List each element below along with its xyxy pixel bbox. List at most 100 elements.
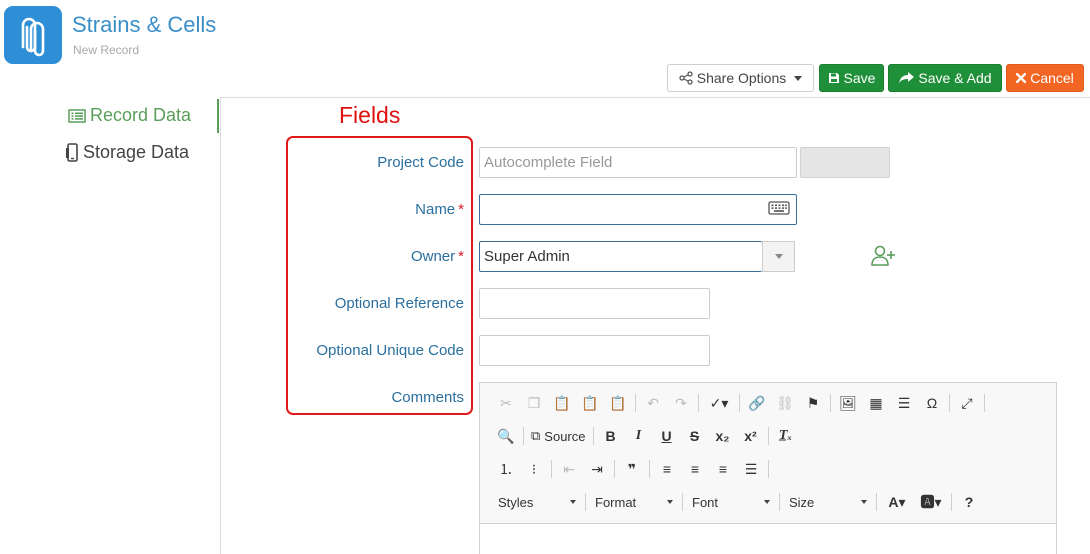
owner-selected-value: Super Admin xyxy=(484,248,570,265)
toolbar-separator xyxy=(768,460,769,478)
nav-item-storage-data[interactable]: Storage Data xyxy=(65,142,189,163)
strikethrough-button[interactable]: S xyxy=(681,424,709,448)
chevron-down-icon xyxy=(570,500,576,504)
share-icon xyxy=(679,71,693,85)
paste-icon[interactable]: 📋 xyxy=(548,391,576,415)
underline-button[interactable]: U xyxy=(653,424,681,448)
toolbar-separator xyxy=(698,394,699,412)
align-center-icon[interactable]: ≡ xyxy=(681,457,709,481)
page-subtitle: New Record xyxy=(73,43,140,57)
redo-icon[interactable]: ↷ xyxy=(667,391,695,415)
save-and-add-label: Save & Add xyxy=(918,70,992,86)
font-label: Font xyxy=(692,494,719,510)
share-arrow-icon xyxy=(899,72,915,83)
project-code-input[interactable] xyxy=(479,147,797,178)
align-left-icon[interactable]: ≡ xyxy=(653,457,681,481)
project-code-label: Project Code xyxy=(377,154,464,171)
toolbar-separator xyxy=(876,493,877,511)
link-icon[interactable]: 🔗 xyxy=(743,391,771,415)
owner-label: Owner * xyxy=(411,248,464,265)
numbered-list-icon[interactable]: ⒈ xyxy=(492,457,520,481)
italic-button[interactable]: I xyxy=(625,424,653,448)
copy-icon[interactable]: ❐ xyxy=(520,391,548,415)
styles-dropdown[interactable]: Styles xyxy=(492,490,582,514)
anchor-flag-icon[interactable]: ⚑ xyxy=(799,391,827,415)
panel-divider xyxy=(221,97,1090,98)
optional-reference-label: Optional Reference xyxy=(335,295,464,312)
toolbar-separator xyxy=(951,493,952,511)
format-dropdown[interactable]: Format xyxy=(589,490,679,514)
app-title: Strains & Cells xyxy=(72,12,217,37)
superscript-icon[interactable]: x² xyxy=(737,424,765,448)
toolbar-separator xyxy=(614,460,615,478)
bold-button[interactable]: B xyxy=(597,424,625,448)
cancel-button[interactable]: Cancel xyxy=(1006,64,1084,92)
save-button[interactable]: Save xyxy=(819,64,884,92)
editor-toolbar-row-1: ✂ ❐ 📋 📋 📋 ↶ ↷ ✓▾ 🔗 ⛓ ⚑ 🖼 ▦ ☰ Ω ⤢ xyxy=(492,391,988,415)
chevron-down-icon xyxy=(861,500,867,504)
comments-editor[interactable]: ✂ ❐ 📋 📋 📋 ↶ ↷ ✓▾ 🔗 ⛓ ⚑ 🖼 ▦ ☰ Ω ⤢ 🔍 ⧉ Sou… xyxy=(479,382,1057,554)
table-icon[interactable]: ▦ xyxy=(862,391,890,415)
cut-icon[interactable]: ✂ xyxy=(492,391,520,415)
optional-reference-input[interactable] xyxy=(479,288,710,319)
editor-toolbar-row-4: Styles Format Font Size A▾ 🅰▾ ? xyxy=(492,490,983,514)
indent-icon[interactable]: ⇥ xyxy=(583,457,611,481)
app-window: Strains & Cells New Record Share Options… xyxy=(0,0,1090,554)
text-color-icon[interactable]: A▾ xyxy=(880,490,914,514)
editor-toolbar-row-3: ⒈ ⁝ ⇤ ⇥ ❞ ≡ ≡ ≡ ☰ xyxy=(492,457,772,481)
align-justify-icon[interactable]: ☰ xyxy=(737,457,765,481)
required-marker: * xyxy=(458,248,464,265)
help-icon[interactable]: ? xyxy=(955,490,983,514)
share-options-button[interactable]: Share Options xyxy=(667,64,814,92)
project-code-button[interactable] xyxy=(800,147,890,178)
optional-unique-code-input[interactable] xyxy=(479,335,710,366)
toolbar-separator xyxy=(592,427,594,445)
chevron-down-icon xyxy=(764,500,770,504)
undo-icon[interactable]: ↶ xyxy=(639,391,667,415)
image-icon[interactable]: 🖼 xyxy=(834,391,862,415)
format-label: Format xyxy=(595,494,637,510)
add-user-icon[interactable] xyxy=(870,244,896,268)
toolbar-separator xyxy=(585,493,586,511)
paste-text-icon[interactable]: 📋 xyxy=(576,391,604,415)
keyboard-icon[interactable] xyxy=(768,200,790,216)
remove-format-icon[interactable]: T̲ₓ xyxy=(772,424,800,448)
nav-item-record-data[interactable]: Record Data xyxy=(68,105,191,126)
background-color-icon[interactable]: 🅰▾ xyxy=(914,490,948,514)
special-char-icon[interactable]: Ω xyxy=(918,391,946,415)
subscript-icon[interactable]: x₂ xyxy=(709,424,737,448)
outdent-icon[interactable]: ⇤ xyxy=(555,457,583,481)
spellcheck-icon[interactable]: ✓▾ xyxy=(702,391,736,415)
source-label: Source xyxy=(544,428,586,444)
chevron-down-icon xyxy=(774,254,783,259)
required-marker: * xyxy=(458,201,464,218)
blockquote-icon[interactable]: ❞ xyxy=(618,457,646,481)
annotation-label: Fields xyxy=(339,102,401,128)
font-dropdown[interactable]: Font xyxy=(686,490,776,514)
styles-label: Styles xyxy=(498,494,534,510)
editor-content-area[interactable] xyxy=(480,523,1056,554)
size-dropdown[interactable]: Size xyxy=(783,490,873,514)
preview-icon[interactable]: 🔍 xyxy=(492,424,520,448)
maximize-icon[interactable]: ⤢ xyxy=(953,391,981,415)
align-right-icon[interactable]: ≡ xyxy=(709,457,737,481)
name-field[interactable] xyxy=(479,194,797,225)
toolbar-separator xyxy=(635,394,636,412)
source-button[interactable]: ⧉ Source xyxy=(527,424,590,448)
nav-item-label: Record Data xyxy=(90,105,192,125)
share-options-label: Share Options xyxy=(696,70,787,86)
nav-item-label: Storage Data xyxy=(83,142,190,162)
toolbar-separator xyxy=(779,493,780,511)
owner-select[interactable]: Super Admin xyxy=(479,241,762,272)
label-text: Comments xyxy=(391,389,464,406)
chevron-down-icon xyxy=(667,500,673,504)
active-nav-indicator xyxy=(217,99,219,133)
toolbar-separator xyxy=(767,427,769,445)
toolbar-separator xyxy=(682,493,683,511)
bulleted-list-icon[interactable]: ⁝ xyxy=(520,457,548,481)
owner-dropdown-toggle[interactable] xyxy=(762,241,795,272)
paste-word-icon[interactable]: 📋 xyxy=(604,391,632,415)
horizontal-line-icon[interactable]: ☰ xyxy=(890,391,918,415)
save-and-add-button[interactable]: Save & Add xyxy=(888,64,1002,92)
unlink-icon[interactable]: ⛓ xyxy=(771,391,799,415)
